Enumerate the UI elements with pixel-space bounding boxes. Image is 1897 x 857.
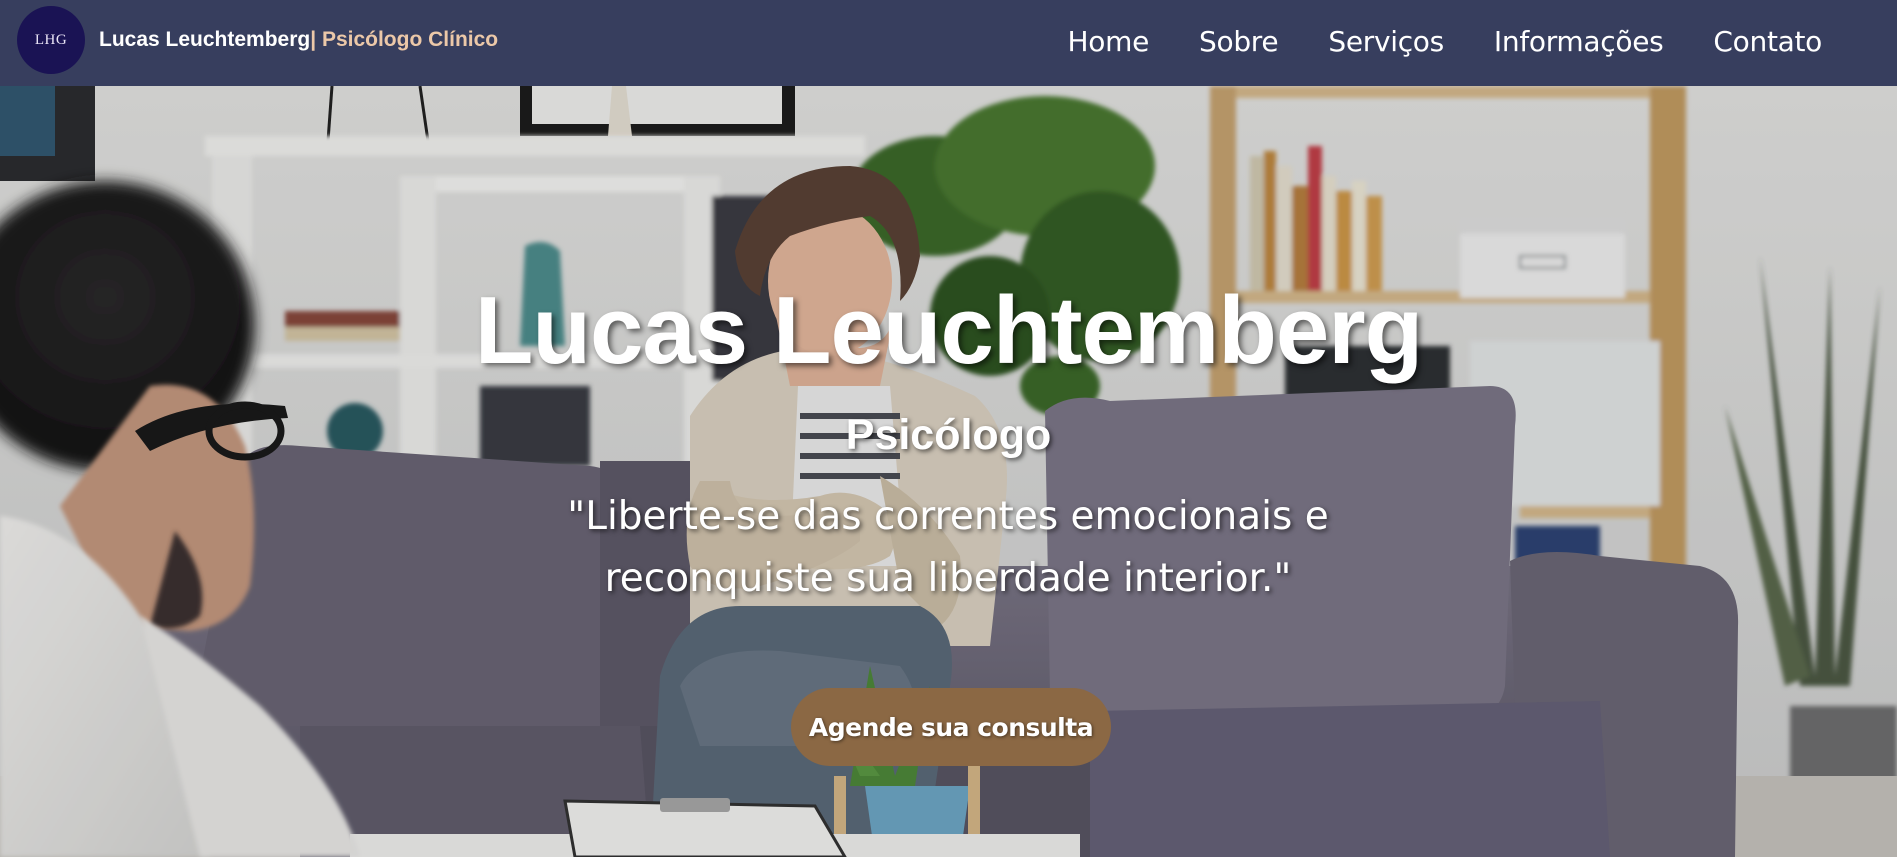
nav-links: Home Sobre Serviços Informações Contato xyxy=(1043,0,1847,82)
hero-content: Lucas Leuchtemberg Psicólogo "Liberte-se… xyxy=(0,86,1897,857)
nav-contato[interactable]: Contato xyxy=(1688,25,1847,58)
logo-text: LHG xyxy=(34,31,68,48)
hero-quote-line-2: reconquiste sua liberdade interior." xyxy=(604,556,1292,601)
logo[interactable]: LHG xyxy=(17,6,85,74)
nav-servicos[interactable]: Serviços xyxy=(1303,25,1469,58)
brand[interactable]: Lucas Leuchtemberg| Psicólogo Clínico xyxy=(99,28,498,52)
hero-title: Lucas Leuchtemberg xyxy=(474,277,1424,384)
brand-role: | Psicólogo Clínico xyxy=(310,28,499,51)
nav-informacoes[interactable]: Informações xyxy=(1469,25,1689,58)
hero-quote-line-1: "Liberte-se das correntes emocionais e xyxy=(567,494,1329,539)
hero-subtitle: Psicólogo xyxy=(845,411,1052,459)
top-navbar: LHG Lucas Leuchtemberg| Psicólogo Clínic… xyxy=(0,0,1897,86)
brand-name: Lucas Leuchtemberg xyxy=(99,28,311,51)
nav-sobre[interactable]: Sobre xyxy=(1174,25,1303,58)
book-appointment-button[interactable]: Agende sua consulta xyxy=(791,688,1111,766)
hero-quote: "Liberte-se das correntes emocionais e r… xyxy=(548,486,1348,610)
nav-home[interactable]: Home xyxy=(1043,25,1175,58)
hero-section: Lucas Leuchtemberg Psicólogo "Liberte-se… xyxy=(0,86,1897,857)
